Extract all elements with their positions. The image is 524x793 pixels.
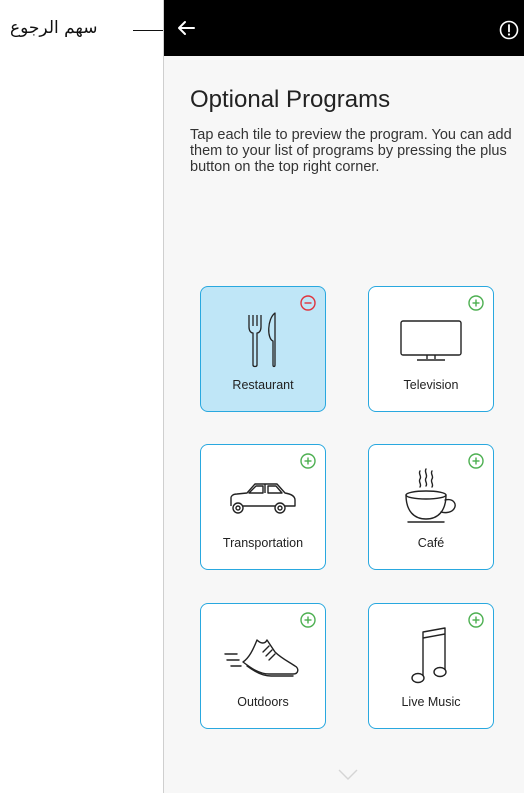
tile-label: Restaurant bbox=[232, 378, 294, 392]
tile-outdoors[interactable]: Outdoors bbox=[200, 603, 326, 729]
car-icon bbox=[230, 483, 296, 514]
tile-live-music[interactable]: Live Music bbox=[368, 603, 494, 729]
fork-knife-icon bbox=[248, 312, 276, 368]
arrow-left-icon bbox=[178, 21, 195, 35]
running-shoe-icon bbox=[224, 639, 299, 677]
music-note-icon bbox=[411, 627, 447, 684]
tile-television[interactable]: Television bbox=[368, 286, 494, 412]
alert-circle-icon bbox=[499, 20, 519, 40]
chevron-down-icon bbox=[338, 769, 358, 780]
top-bar bbox=[164, 0, 524, 56]
scroll-down-button[interactable] bbox=[338, 768, 358, 780]
annotation-pointer-line bbox=[133, 30, 163, 31]
tile-cafe[interactable]: Café bbox=[368, 444, 494, 570]
tile-label: Outdoors bbox=[237, 695, 289, 709]
back-button[interactable] bbox=[174, 16, 200, 40]
television-icon bbox=[400, 320, 462, 361]
tile-label: Live Music bbox=[401, 695, 461, 709]
app-screen: Optional Programs Tap each tile to previ… bbox=[163, 0, 524, 793]
coffee-cup-icon bbox=[405, 468, 456, 523]
info-button[interactable] bbox=[499, 20, 519, 40]
page-description: Tap each tile to preview the program. Yo… bbox=[190, 127, 512, 175]
tile-label: Television bbox=[403, 378, 459, 392]
tile-label: Café bbox=[417, 536, 445, 550]
tile-label: Transportation bbox=[222, 536, 304, 550]
annotation-label: سهم الرجوع bbox=[10, 18, 98, 38]
tile-transportation[interactable]: Transportation bbox=[200, 444, 326, 570]
tile-restaurant[interactable]: Restaurant bbox=[200, 286, 326, 412]
page-title: Optional Programs bbox=[190, 86, 391, 113]
